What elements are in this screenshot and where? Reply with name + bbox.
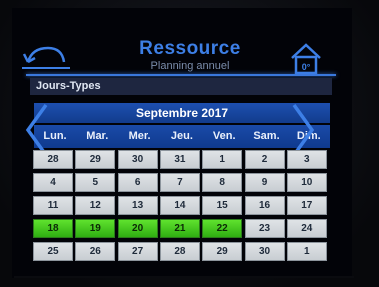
weekday-label: Sam. xyxy=(253,130,280,142)
calendar-day-cell[interactable]: 9 xyxy=(244,173,285,192)
calendar-day-cell[interactable]: 31 xyxy=(159,150,200,169)
back-button[interactable] xyxy=(22,42,70,72)
calendar-day-cell[interactable]: 1 xyxy=(286,242,327,261)
calendar-day-cell[interactable]: 28 xyxy=(33,150,73,169)
calendar-day-cell[interactable]: 29 xyxy=(202,242,243,261)
header-divider xyxy=(26,74,336,76)
calendar-day-cell[interactable]: 28 xyxy=(159,242,200,261)
page-subtitle: Planning annuel xyxy=(150,60,230,72)
chevron-right-icon xyxy=(292,103,315,157)
previous-month-button[interactable] xyxy=(24,103,50,157)
calendar-day-cell[interactable]: 21 xyxy=(159,219,200,238)
calendar-day-cell[interactable]: 20 xyxy=(117,219,158,238)
calendar-day-cell[interactable]: 2 xyxy=(244,150,285,169)
calendar-day-cell[interactable]: 24 xyxy=(286,219,327,238)
calendar-day-cell[interactable]: 12 xyxy=(75,196,116,215)
section-bar: Jours-Types xyxy=(30,78,332,95)
svg-text:0°: 0° xyxy=(302,62,311,72)
month-header: Septembre 2017 xyxy=(34,103,330,123)
chevron-left-icon xyxy=(25,103,48,157)
back-arrow-icon xyxy=(22,46,70,69)
calendar-day-cell[interactable]: 8 xyxy=(202,173,243,192)
weekday-label: Jeu. xyxy=(170,130,193,142)
calendar-day-cell[interactable]: 5 xyxy=(75,173,116,192)
calendar-day-cell[interactable]: 18 xyxy=(33,219,73,238)
calendar-day-cell[interactable]: 7 xyxy=(159,173,200,192)
calendar-day-cell[interactable]: 4 xyxy=(33,173,73,192)
weekday-header: Lun. Mar. Mer. Jeu. Ven. Sam. Dim. xyxy=(34,125,330,148)
calendar-day-cell[interactable]: 10 xyxy=(286,173,327,192)
calendar-day-cell[interactable]: 19 xyxy=(75,219,116,238)
calendar-day-cell[interactable]: 1 xyxy=(202,150,243,169)
month-label: Septembre 2017 xyxy=(135,106,229,120)
calendar-day-cell[interactable]: 23 xyxy=(244,219,285,238)
home-icon: 0° xyxy=(291,43,321,75)
calendar-day-cell[interactable]: 13 xyxy=(117,196,158,215)
calendar-day-cell[interactable]: 3 xyxy=(286,150,327,169)
calendar-day-cell[interactable]: 15 xyxy=(202,196,243,215)
calendar-day-cell[interactable]: 29 xyxy=(75,150,116,169)
screen-bottom-edge xyxy=(14,276,354,278)
calendar-day-cell[interactable]: 17 xyxy=(286,196,327,215)
weekday-label: Mar. xyxy=(86,130,109,142)
home-button[interactable]: 0° xyxy=(286,40,326,76)
calendar-day-cell[interactable]: 27 xyxy=(117,242,158,261)
calendar-day-cell[interactable]: 6 xyxy=(117,173,158,192)
calendar-day-cell[interactable]: 25 xyxy=(33,242,73,261)
next-month-button[interactable] xyxy=(290,103,316,157)
calendar-day-cell[interactable]: 11 xyxy=(33,196,73,215)
page-title: Ressource xyxy=(139,38,241,59)
calendar-day-cell[interactable]: 26 xyxy=(75,242,116,261)
calendar-day-cell[interactable]: 16 xyxy=(244,196,285,215)
section-label: Jours-Types xyxy=(36,80,101,92)
calendar-day-cell[interactable]: 30 xyxy=(117,150,158,169)
weekday-label: Ven. xyxy=(212,130,236,142)
calendar-day-cell[interactable]: 14 xyxy=(159,196,200,215)
calendar-day-cell[interactable]: 30 xyxy=(244,242,285,261)
weekday-label: Mer. xyxy=(128,130,151,142)
calendar-day-cell[interactable]: 22 xyxy=(202,219,243,238)
